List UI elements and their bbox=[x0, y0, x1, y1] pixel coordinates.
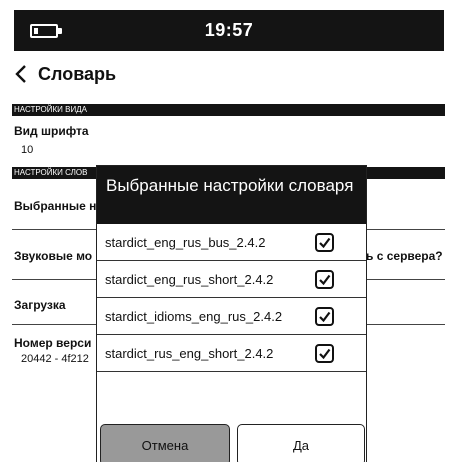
dialog-title: Выбранные настройки словаря bbox=[97, 166, 366, 224]
dictionary-name: stardict_eng_rus_short_2.4.2 bbox=[105, 272, 274, 287]
chevron-left-icon[interactable] bbox=[14, 61, 36, 87]
checkbox-checked-icon[interactable] bbox=[315, 307, 334, 326]
download-label[interactable]: Загрузка bbox=[14, 298, 66, 312]
dictionary-name: stardict_eng_rus_bus_2.4.2 bbox=[105, 235, 266, 250]
status-time: 19:57 bbox=[204, 20, 254, 40]
page-title: Словарь bbox=[38, 63, 117, 84]
section-view-header: НАСТРОЙКИ ВИДА bbox=[12, 104, 445, 116]
version-label: Номер верси bbox=[14, 336, 92, 350]
checkbox-checked-icon[interactable] bbox=[315, 270, 334, 289]
dictionary-name: stardict_idioms_eng_rus_2.4.2 bbox=[105, 309, 283, 324]
sound-label[interactable]: Звуковые мо bbox=[14, 249, 92, 263]
version-value: 20442 - 4f212 bbox=[21, 353, 89, 365]
font-size-label[interactable]: Вид шрифта bbox=[14, 124, 89, 138]
status-bar: 19:57 bbox=[14, 10, 444, 51]
dictionary-item[interactable]: stardict_idioms_eng_rus_2.4.2 bbox=[97, 298, 366, 335]
dictionary-dialog: Выбранные настройки словаря stardict_eng… bbox=[96, 165, 367, 462]
selected-dictionaries-label[interactable]: Выбранные н bbox=[14, 199, 96, 213]
dictionary-item[interactable]: stardict_rus_eng_short_2.4.2 bbox=[97, 335, 366, 372]
checkbox-checked-icon[interactable] bbox=[315, 344, 334, 363]
font-size-value: 10 bbox=[21, 144, 34, 156]
dictionary-item[interactable]: stardict_eng_rus_bus_2.4.2 bbox=[97, 224, 366, 261]
dictionary-item[interactable]: stardict_eng_rus_short_2.4.2 bbox=[97, 261, 366, 298]
cancel-button[interactable]: Отмена bbox=[100, 424, 230, 462]
checkbox-checked-icon[interactable] bbox=[315, 233, 334, 252]
dictionary-name: stardict_rus_eng_short_2.4.2 bbox=[105, 346, 274, 361]
sound-server-text: ь с сервера? bbox=[366, 249, 443, 263]
ok-button[interactable]: Да bbox=[237, 424, 365, 462]
app-header: Словарь bbox=[14, 58, 314, 90]
